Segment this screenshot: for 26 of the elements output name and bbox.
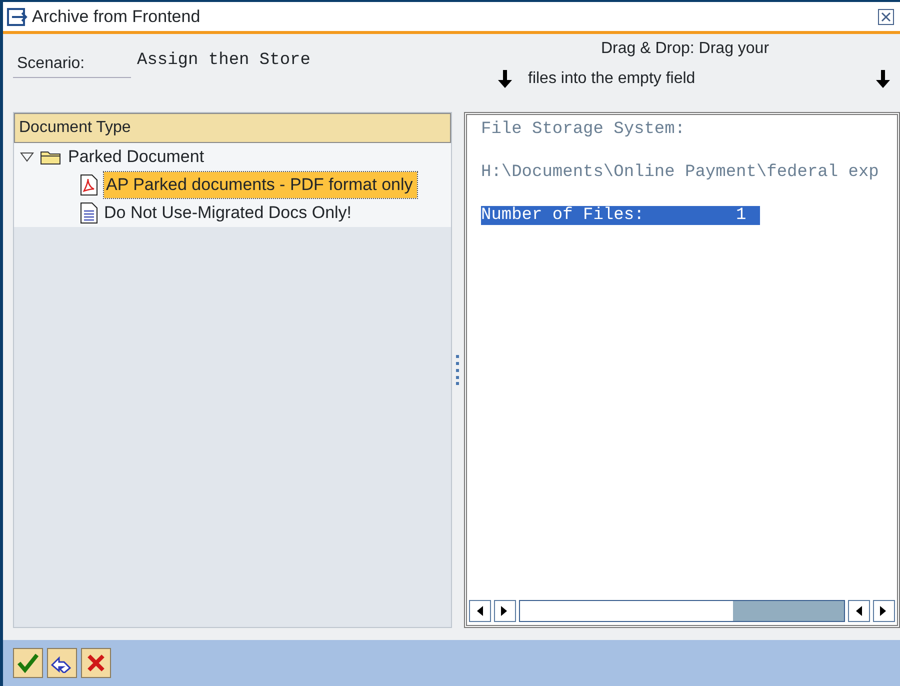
window-icon bbox=[7, 8, 29, 26]
drop-hint-text: Drag & Drop: Drag your bbox=[600, 39, 770, 59]
back-button[interactable] bbox=[47, 648, 77, 678]
pdf-file-icon bbox=[80, 174, 98, 196]
collapse-triangle-icon[interactable] bbox=[20, 152, 34, 162]
splitter-handle[interactable] bbox=[456, 355, 460, 385]
scenario-label: Scenario: bbox=[13, 52, 131, 78]
storage-text: File Storage System: bbox=[481, 120, 686, 139]
storage-text: Number of Files: 1 bbox=[481, 206, 760, 225]
tree-item[interactable]: AP Parked documents - PDF format only bbox=[104, 172, 417, 198]
horizontal-scrollbar[interactable] bbox=[469, 600, 897, 622]
down-arrow-icon bbox=[876, 70, 890, 88]
scenario-value: Assign then Store bbox=[137, 50, 310, 72]
storage-text: H:\Documents\Online Payment\federal exp bbox=[481, 163, 879, 182]
folder-icon bbox=[40, 149, 62, 165]
close-icon[interactable] bbox=[878, 8, 894, 24]
confirm-button[interactable] bbox=[13, 648, 43, 678]
column-header[interactable]: Document Type bbox=[14, 113, 451, 143]
cancel-button[interactable] bbox=[81, 648, 111, 678]
window-title: Archive from Frontend bbox=[32, 6, 200, 28]
drop-hint-text: files into the empty field bbox=[527, 69, 696, 89]
check-icon bbox=[17, 653, 39, 673]
return-arrow-icon bbox=[50, 653, 74, 673]
x-icon bbox=[86, 653, 106, 673]
down-arrow-icon bbox=[498, 70, 512, 88]
document-icon bbox=[80, 202, 98, 224]
